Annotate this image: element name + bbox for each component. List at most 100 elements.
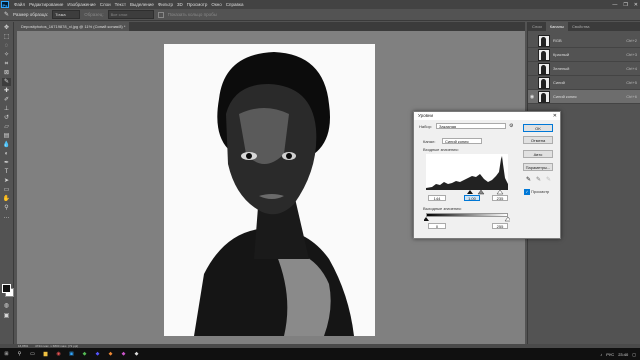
search-icon[interactable]: ⚲	[15, 350, 24, 358]
menu-3d[interactable]: 3D	[175, 2, 185, 7]
document-tab[interactable]: Depositphotos_16719878_xl.jpg @ 11% (Син…	[17, 22, 130, 31]
stamp-tool-icon[interactable]: ⊥	[2, 105, 11, 113]
app-icon[interactable]: ◆	[93, 350, 102, 358]
channel-name: Красный	[553, 52, 570, 57]
tab-channels[interactable]: Каналы	[545, 22, 568, 31]
white-eyedropper-icon[interactable]: ✎	[546, 176, 551, 183]
clock-time[interactable]: 23:40	[618, 352, 628, 357]
brush-tool-icon[interactable]: ✐	[2, 96, 11, 104]
input-white-field[interactable]: 235	[492, 195, 508, 201]
auto-button[interactable]: Авто	[523, 150, 553, 158]
channel-row-rgb[interactable]: RGB Ctrl+2	[528, 34, 640, 48]
app-icon[interactable]: ◆	[119, 350, 128, 358]
preset-select[interactable]: Заказная	[436, 123, 506, 129]
quick-select-tool-icon[interactable]: ✧	[2, 51, 11, 59]
channel-row-blue-copy[interactable]: ◉ Синий копия Ctrl+6	[528, 90, 640, 104]
gradient-tool-icon[interactable]: ▤	[2, 132, 11, 140]
sample-size-label: Размер образца:	[13, 12, 49, 17]
panel-tabs: Слои Каналы Свойства	[528, 22, 640, 31]
channel-row-blue[interactable]: Синий Ctrl+5	[528, 76, 640, 90]
tab-properties[interactable]: Свойства	[568, 22, 594, 31]
cancel-button[interactable]: Отмена	[523, 136, 553, 144]
output-level-sliders[interactable]	[424, 217, 510, 222]
screen-mode-icon[interactable]: ▣	[2, 312, 11, 320]
visibility-eye-icon[interactable]: ◉	[528, 94, 536, 100]
menu-layers[interactable]: Слои	[98, 2, 113, 7]
preset-gear-icon[interactable]: ⚙	[509, 123, 513, 129]
eyedropper-icon[interactable]: ✎	[2, 78, 11, 86]
history-brush-icon[interactable]: ↺	[2, 114, 11, 122]
eyedropper-tool-icon[interactable]: ✎	[4, 11, 9, 18]
app-icon[interactable]: ◆	[80, 350, 89, 358]
dodge-tool-icon[interactable]: ◐	[2, 150, 11, 158]
channel-thumbnail	[538, 76, 550, 89]
hand-tool-icon[interactable]: ✋	[2, 195, 11, 203]
levels-dialog: Уровни ✕ Набор: Заказная ⚙ Канал: Синий …	[413, 111, 561, 239]
browser-icon[interactable]: ◉	[54, 350, 63, 358]
channel-shortcut: Ctrl+6	[626, 94, 637, 99]
type-tool-icon[interactable]: T	[2, 168, 11, 176]
language-indicator[interactable]: РУС	[606, 352, 614, 357]
output-black-field[interactable]: 0	[428, 223, 446, 229]
tools-panel: ✥ ⬚ ◌ ✧ ⌗ ⊠ ✎ ✚ ✐ ⊥ ↺ ▱ ▤ 💧 ◐ ✒ T ➤ ▭ ✋ …	[0, 22, 14, 346]
channel-thumbnail	[538, 62, 550, 75]
app-icon[interactable]: ◆	[132, 350, 141, 358]
task-view-icon[interactable]: ▭	[28, 350, 37, 358]
marquee-tool-icon[interactable]: ⬚	[2, 33, 11, 41]
input-black-field[interactable]: 144	[428, 195, 446, 201]
shape-tool-icon[interactable]: ▭	[2, 186, 11, 194]
output-white-field[interactable]: 255	[492, 223, 508, 229]
menu-window[interactable]: Окно	[209, 2, 223, 7]
windows-start-icon[interactable]: ⊞	[2, 350, 11, 358]
channel-row-red[interactable]: Красный Ctrl+3	[528, 48, 640, 62]
path-select-icon[interactable]: ➤	[2, 177, 11, 185]
channel-select[interactable]: Синий копия	[442, 138, 482, 144]
blur-tool-icon[interactable]: 💧	[2, 141, 11, 149]
quick-mask-icon[interactable]: ◍	[2, 302, 11, 310]
lasso-tool-icon[interactable]: ◌	[2, 42, 11, 50]
tab-layers[interactable]: Слои	[528, 22, 546, 31]
menu-image[interactable]: Изображение	[65, 2, 97, 7]
input-gamma-field[interactable]: 1,00	[464, 195, 480, 201]
black-eyedropper-icon[interactable]: ✎	[526, 176, 531, 183]
menu-file[interactable]: Файл	[12, 2, 27, 7]
crop-tool-icon[interactable]: ⌗	[2, 60, 11, 68]
app-icon[interactable]: ◆	[106, 350, 115, 358]
menu-view[interactable]: Просмотр	[185, 2, 210, 7]
ring-checkbox[interactable]	[157, 11, 164, 18]
document-image[interactable]	[164, 44, 375, 336]
pen-tool-icon[interactable]: ✒	[2, 159, 11, 167]
eraser-tool-icon[interactable]: ▱	[2, 123, 11, 131]
zoom-tool-icon[interactable]: ⚲	[2, 204, 11, 212]
minimize-icon[interactable]: —	[612, 2, 617, 8]
histogram	[426, 154, 508, 190]
close-icon[interactable]: ✕	[553, 112, 557, 120]
move-tool-icon[interactable]: ✥	[2, 24, 11, 32]
healing-brush-icon[interactable]: ✚	[2, 87, 11, 95]
close-icon[interactable]: ✕	[634, 2, 638, 8]
frame-tool-icon[interactable]: ⊠	[2, 69, 11, 77]
photoshop-taskbar-icon[interactable]: ▣	[67, 350, 76, 358]
gray-eyedropper-icon[interactable]: ✎	[536, 176, 541, 183]
more-tools-icon[interactable]: …	[2, 213, 11, 221]
preview-checkbox[interactable]: ✓	[524, 189, 530, 195]
speaker-icon[interactable]: ♪	[600, 352, 602, 357]
ok-button[interactable]: OK	[523, 124, 553, 132]
menu-select[interactable]: Выделение	[128, 2, 156, 7]
menu-filter[interactable]: Фильтр	[156, 2, 175, 7]
channel-name: RGB	[553, 38, 562, 43]
maximize-icon[interactable]: ❐	[623, 2, 627, 8]
channel-row-green[interactable]: Зеленый Ctrl+4	[528, 62, 640, 76]
menu-edit[interactable]: Редактирование	[27, 2, 65, 7]
notification-icon[interactable]: ▢	[632, 352, 636, 357]
sample-size-select[interactable]: Точка	[52, 10, 81, 19]
menu-help[interactable]: Справка	[224, 2, 246, 7]
foreground-color-swatch[interactable]	[2, 284, 11, 293]
channel-label: Канал:	[423, 139, 436, 144]
explorer-icon[interactable]: ▆	[41, 350, 50, 358]
options-button[interactable]: Параметры...	[523, 163, 553, 171]
channel-thumbnail	[538, 34, 550, 47]
channel-shortcut: Ctrl+5	[626, 80, 637, 85]
menu-type[interactable]: Текст	[113, 2, 128, 7]
sample-select[interactable]: Все слои	[107, 10, 154, 19]
